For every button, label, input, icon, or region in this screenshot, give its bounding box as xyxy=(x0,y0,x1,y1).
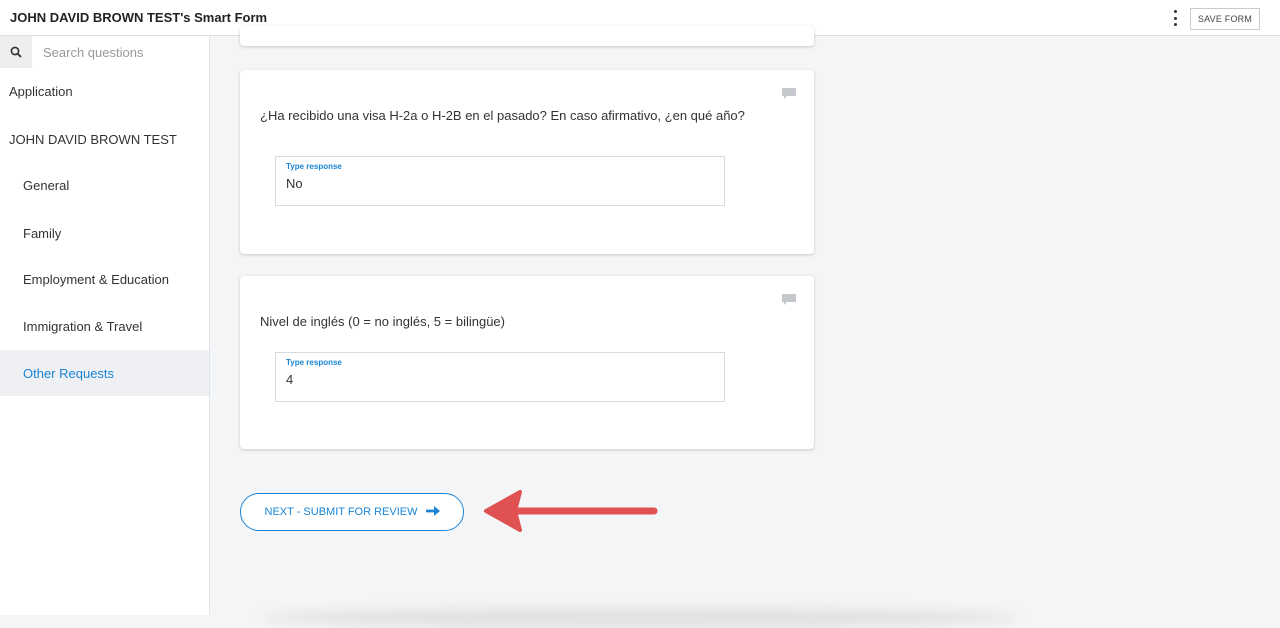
comment-icon[interactable] xyxy=(782,292,796,310)
next-submit-button[interactable]: NEXT - SUBMIT FOR REVIEW xyxy=(240,493,464,531)
sidebar: Application JOHN DAVID BROWN TEST Genera… xyxy=(0,36,210,615)
response-label: Type response xyxy=(286,358,342,367)
sidebar-item-label: Immigration & Travel xyxy=(23,318,143,334)
sidebar-item-label: Other Requests xyxy=(23,365,115,381)
sidebar-item-employment-education[interactable]: Employment & Education xyxy=(0,256,209,302)
sidebar-item-application[interactable]: Application xyxy=(0,68,209,114)
annotation-arrow-icon xyxy=(484,490,658,532)
sidebar-item-label: Application xyxy=(9,83,73,99)
question-card: Nivel de inglés (0 = no inglés, 5 = bili… xyxy=(240,276,814,449)
sidebar-item-other-requests[interactable]: Other Requests xyxy=(0,350,209,396)
comment-icon[interactable] xyxy=(782,86,796,104)
sidebar-item-label: JOHN DAVID BROWN TEST xyxy=(9,131,177,147)
sidebar-item-immigration-travel[interactable]: Immigration & Travel xyxy=(0,303,209,349)
sidebar-item-family[interactable]: Family xyxy=(0,210,209,256)
sidebar-item-label: Employment & Education xyxy=(23,271,169,287)
response-value: No xyxy=(286,176,303,191)
sidebar-item-label: General xyxy=(23,177,70,193)
sidebar-item-label: Family xyxy=(23,225,62,241)
bottom-card-shadow xyxy=(260,608,1020,628)
form-title: JOHN DAVID BROWN TEST's Smart Form xyxy=(10,10,268,25)
sidebar-item-general[interactable]: General xyxy=(0,162,209,208)
response-value: 4 xyxy=(286,372,294,387)
search-icon xyxy=(0,36,32,68)
search-bar xyxy=(0,36,210,68)
previous-question-card xyxy=(240,26,814,46)
question-text: Nivel de inglés (0 = no inglés, 5 = bili… xyxy=(260,314,505,329)
next-button-label: NEXT - SUBMIT FOR REVIEW xyxy=(264,506,418,518)
question-text: ¿Ha recibido una visa H-2a o H-2B en el … xyxy=(260,108,745,123)
save-form-button[interactable]: SAVE FORM xyxy=(1190,8,1260,30)
more-options-icon[interactable] xyxy=(1170,10,1180,26)
question-card: ¿Ha recibido una visa H-2a o H-2B en el … xyxy=(240,70,814,254)
main-content: ¿Ha recibido una visa H-2a o H-2B en el … xyxy=(210,26,1280,628)
response-field[interactable]: Type response 4 xyxy=(275,352,725,402)
response-label: Type response xyxy=(286,162,342,171)
response-field[interactable]: Type response No xyxy=(275,156,725,206)
arrow-right-icon xyxy=(425,505,440,519)
search-input[interactable] xyxy=(33,36,209,68)
sidebar-item-applicant[interactable]: JOHN DAVID BROWN TEST xyxy=(0,116,209,162)
